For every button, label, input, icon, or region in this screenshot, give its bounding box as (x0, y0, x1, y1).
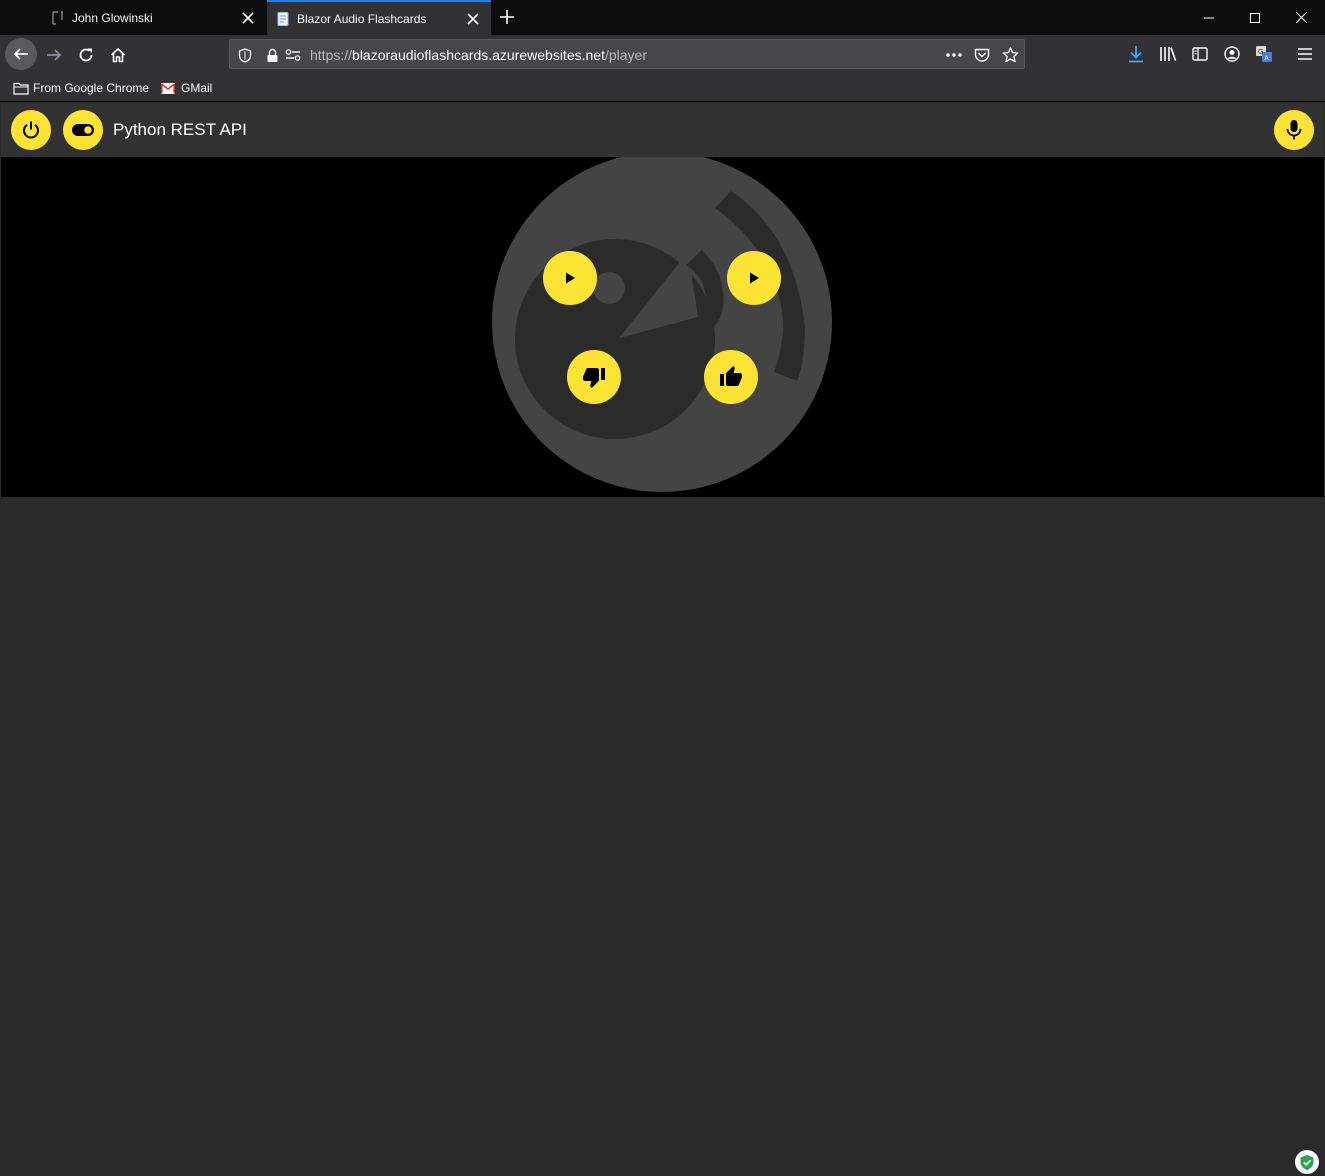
gmail-icon (161, 81, 177, 95)
translate-icon[interactable]: GA (1254, 44, 1274, 64)
bookmarks-toolbar: From Google Chrome GMail (0, 74, 1325, 102)
reload-icon (79, 48, 93, 62)
home-icon (110, 48, 126, 63)
lock-icon[interactable] (263, 46, 281, 64)
reload-button[interactable] (70, 39, 102, 71)
back-button[interactable] (5, 38, 37, 70)
bookmark-label: From Google Chrome (33, 81, 150, 95)
url-scheme: https:// (310, 47, 353, 63)
forward-button[interactable] (38, 39, 70, 71)
app-title: Python REST API (113, 120, 247, 139)
shield-check-icon (1300, 1154, 1314, 1170)
sidebar-icon[interactable] (1190, 44, 1210, 64)
maximize-button[interactable] (1232, 0, 1278, 35)
toggle-button[interactable] (63, 110, 103, 150)
thumbs-up-icon (720, 366, 742, 386)
navigation-toolbar: https://blazoraudioflashcards.azurewebsi… (0, 35, 1325, 74)
bookmark-label: GMail (181, 81, 213, 95)
bookmark-gmail[interactable]: GMail (161, 79, 212, 97)
menu-hamburger-icon[interactable] (1295, 44, 1315, 64)
url-path: /player (604, 47, 647, 63)
tracking-protection-shield-icon[interactable] (236, 46, 254, 64)
close-tab-icon[interactable] (236, 6, 260, 30)
microphone-button[interactable] (1274, 110, 1314, 150)
new-tab-button[interactable] (495, 5, 519, 29)
url-text[interactable]: https://blazoraudioflashcards.azurewebsi… (310, 47, 647, 63)
tab-strip: John Glowinski Blazor Audio Flashcards (0, 0, 1325, 35)
play-icon (566, 272, 575, 284)
player-stage (1, 157, 1324, 497)
page-actions-icon[interactable] (945, 46, 963, 64)
plus-icon (500, 10, 514, 24)
play-icon (750, 272, 759, 284)
player-logo-disc (492, 157, 832, 492)
account-icon[interactable] (1222, 44, 1242, 64)
power-icon (23, 121, 39, 139)
pocket-icon[interactable] (973, 46, 991, 64)
permissions-icon[interactable] (284, 46, 302, 64)
minimize-icon (1204, 17, 1214, 18)
thumbs-up-button[interactable] (704, 350, 758, 404)
svg-text:G: G (1258, 48, 1263, 56)
folder-icon (13, 81, 29, 95)
close-window-button[interactable] (1278, 0, 1324, 35)
tab-title: Blazor Audio Flashcards (297, 11, 427, 26)
tab-john-glowinski[interactable]: John Glowinski (42, 0, 266, 35)
url-bar[interactable]: https://blazoraudioflashcards.azurewebsi… (229, 39, 1025, 69)
play-answer-button[interactable] (727, 251, 781, 305)
tab-title: John Glowinski (72, 10, 153, 25)
close-icon (1295, 12, 1307, 23)
thumbs-down-icon (583, 368, 605, 388)
play-question-button[interactable] (543, 251, 597, 305)
url-host: blazoraudioflashcards.azurewebsites.net (352, 47, 605, 63)
minimize-button[interactable] (1186, 0, 1232, 35)
maximize-icon (1250, 12, 1260, 23)
bookmark-star-icon[interactable] (1001, 46, 1019, 64)
home-button[interactable] (102, 39, 134, 71)
library-icon[interactable] (1158, 44, 1178, 64)
downloads-icon[interactable] (1126, 44, 1146, 64)
close-tab-icon[interactable] (461, 7, 485, 31)
page-icon (50, 10, 66, 26)
bookmark-from-google-chrome[interactable]: From Google Chrome (13, 79, 149, 97)
app-toolbar: Python REST API (1, 103, 1324, 157)
thumbs-down-button[interactable] (567, 350, 621, 404)
toggle-icon (72, 124, 94, 136)
back-arrow-icon (13, 48, 28, 60)
microphone-icon (1286, 120, 1302, 140)
tab-blazor-audio-flashcards[interactable]: Blazor Audio Flashcards (267, 0, 491, 35)
forward-arrow-icon (47, 49, 62, 61)
power-button[interactable] (11, 110, 51, 150)
security-extension-badge[interactable] (1295, 1150, 1319, 1174)
document-icon (275, 11, 291, 27)
